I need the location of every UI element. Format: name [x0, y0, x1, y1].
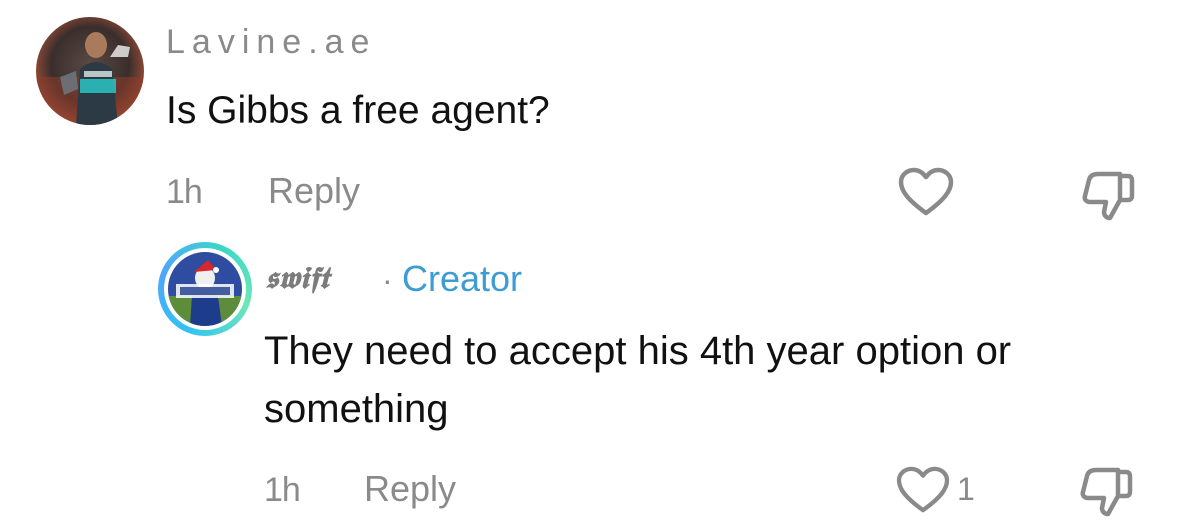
comment-timestamp: 1h [166, 173, 203, 211]
avatar-lavine[interactable] [36, 17, 144, 125]
avatar-image [168, 252, 242, 326]
comment-username[interactable]: Lavine.ae [166, 22, 376, 62]
comment-text: Is Gibbs a free agent? [166, 89, 550, 132]
reply-username[interactable]: 𝖘𝖜𝖎𝖋𝖙 [265, 260, 329, 298]
reply-timestamp: 1h [264, 471, 301, 509]
heart-outline-icon[interactable] [896, 466, 950, 514]
thumbs-down-outline-icon[interactable] [1078, 464, 1134, 518]
reply-button[interactable]: Reply [268, 171, 360, 211]
heart-outline-icon[interactable] [898, 167, 954, 217]
separator-dot: · [382, 262, 393, 298]
avatar-image [36, 17, 144, 125]
avatar-swift[interactable] [158, 242, 252, 336]
like-count: 1 [957, 471, 975, 507]
reply-text: They need to accept his 4th year option … [264, 329, 1012, 431]
reply-button[interactable]: Reply [364, 469, 456, 509]
thumbs-down-outline-icon[interactable] [1080, 168, 1136, 222]
creator-badge: Creator [402, 258, 523, 299]
